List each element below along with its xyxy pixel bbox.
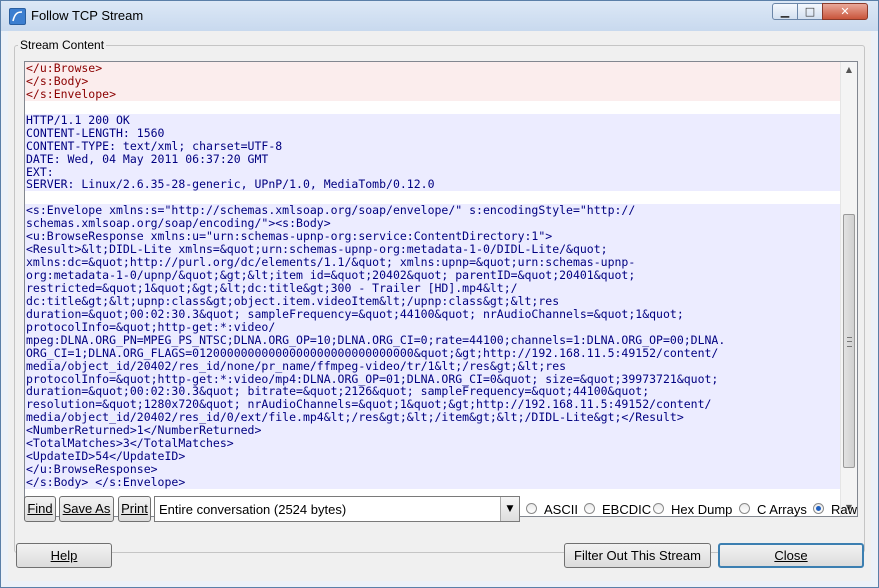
- stream-line: [25, 100, 843, 114]
- radio-ebcdic-dot[interactable]: [584, 503, 595, 514]
- scroll-thumb[interactable]: [843, 214, 855, 468]
- stream-line: mpeg:DLNA.ORG_PN=MPEG_PS_NTSC;DLNA.ORG_O…: [25, 333, 843, 347]
- stream-line: ORG_CI=1;DLNA.ORG_FLAGS=0120000000000000…: [25, 346, 843, 360]
- dropdown-arrow-icon[interactable]: ▼: [500, 497, 519, 521]
- stream-line: CONTENT-TYPE: text/xml; charset=UTF-8: [25, 139, 843, 153]
- dialog-client-area: Stream Content </u:Browse> </s:Body> </s:E…: [8, 31, 871, 581]
- conversation-select-value: Entire conversation (2524 bytes): [159, 502, 347, 517]
- app-icon: [9, 8, 26, 25]
- close-window-button[interactable]: ✕: [822, 3, 868, 20]
- maximize-icon: □: [804, 5, 816, 18]
- window-title: Follow TCP Stream: [31, 8, 144, 23]
- maximize-button[interactable]: □: [797, 3, 823, 20]
- title-bar[interactable]: Follow TCP Stream ▁ □ ✕: [1, 1, 878, 31]
- minimize-button[interactable]: ▁: [772, 3, 798, 20]
- stream-line: </s:Envelope>: [25, 87, 843, 101]
- stream-line: SERVER: Linux/2.6.35-28-generic, UPnP/1.…: [25, 178, 843, 192]
- stream-line: DATE: Wed, 04 May 2011 06:37:20 GMT: [25, 152, 843, 166]
- stream-line: protocolInfo=&quot;http-get:*:video/: [25, 320, 843, 334]
- stream-line: </s:Body> </s:Envelope>: [25, 476, 843, 489]
- filter-out-stream-button[interactable]: Filter Out This Stream: [564, 543, 711, 568]
- find-button[interactable]: Find: [24, 496, 56, 522]
- stream-text-area[interactable]: </u:Browse> </s:Body> </s:Envelope> HTTP/1.…: [25, 62, 843, 516]
- radio-raw-dot[interactable]: [813, 503, 824, 514]
- radio-hex-dump-dot[interactable]: [653, 503, 664, 514]
- follow-tcp-stream-window: Follow TCP Stream ▁ □ ✕ Stream Content <…: [0, 0, 879, 588]
- stream-line: duration=&quot;00:02:30.3&quot; sampleFr…: [25, 307, 843, 321]
- stream-line: restricted=&quot;1&quot;&gt;&lt;dc:title…: [25, 281, 843, 295]
- vertical-scrollbar[interactable]: ▲ ▼: [840, 62, 857, 516]
- stream-content-label: Stream Content: [18, 38, 107, 52]
- stream-line: dc:title&gt;&lt;upnp:class&gt;object.ite…: [25, 294, 843, 308]
- radio-ascii-dot[interactable]: [526, 503, 537, 514]
- minimize-icon: ▁: [780, 5, 790, 18]
- conversation-select[interactable]: Entire conversation (2524 bytes) ▼: [154, 496, 520, 522]
- print-button[interactable]: Print: [118, 496, 151, 522]
- close-icon: ✕: [840, 5, 850, 18]
- stream-line: org:metadata-1-0/upnp/&quot;&gt;&lt;item…: [25, 269, 843, 282]
- stream-line: CONTENT-LENGTH: 1560: [25, 126, 843, 140]
- help-button[interactable]: Help: [16, 543, 112, 568]
- stream-content-view[interactable]: </u:Browse> </s:Body> </s:Envelope> HTTP/1.…: [24, 61, 858, 517]
- save-as-button[interactable]: Save As: [59, 496, 114, 522]
- scroll-up-icon[interactable]: ▲: [841, 62, 857, 78]
- radio-c-arrays-dot[interactable]: [739, 503, 750, 514]
- close-button[interactable]: Close: [718, 543, 864, 568]
- stream-line: HTTP/1.1 200 OK: [25, 113, 843, 127]
- stream-line: </s:Body>: [25, 74, 843, 88]
- stream-line: </u:Browse>: [25, 62, 843, 75]
- stream-line: media/object_id/20402/res_id/none/pr_nam…: [25, 359, 843, 373]
